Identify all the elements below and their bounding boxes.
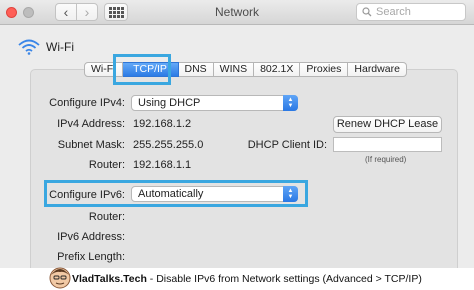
tab-dns[interactable]: DNS xyxy=(178,62,214,77)
ipv6-router-label: Router: xyxy=(88,211,125,223)
tab-wins[interactable]: WINS xyxy=(213,62,255,77)
prefix-length-label: Prefix Length: xyxy=(57,251,125,263)
tab-802-1x[interactable]: 802.1X xyxy=(254,62,301,77)
select-arrows-icon: ▲ ▼ xyxy=(283,95,298,111)
renew-dhcp-lease-button[interactable]: Renew DHCP Lease xyxy=(333,116,442,133)
caption-text: - Disable IPv6 from Network settings (Ad… xyxy=(146,273,422,285)
network-header: Wi-Fi xyxy=(18,39,74,55)
ipv4-address-value: 192.168.1.2 xyxy=(133,118,192,130)
tab-proxies[interactable]: Proxies xyxy=(300,62,349,77)
router-label: Router: xyxy=(88,159,125,171)
dhcp-client-id-label: DHCP Client ID: xyxy=(247,139,327,151)
configure-ipv4-label: Configure IPv4: xyxy=(49,97,125,109)
dhcp-client-id-note: (If required) xyxy=(365,155,407,164)
subnet-mask-value: 255.255.255.0 xyxy=(133,139,204,151)
ipv6-address-label: IPv6 Address: xyxy=(57,231,125,243)
search-placeholder: Search xyxy=(376,6,411,18)
router-value: 192.168.1.1 xyxy=(133,159,192,171)
tcp-ip-tab-highlight xyxy=(113,54,171,85)
search-icon xyxy=(362,7,372,17)
avatar xyxy=(49,267,71,289)
configure-ipv4-value: Using DHCP xyxy=(138,97,201,109)
caption-brand: VladTalks.Tech xyxy=(72,273,147,285)
wifi-icon xyxy=(18,39,40,55)
network-name: Wi-Fi xyxy=(46,40,74,54)
dhcp-client-id-field[interactable] xyxy=(333,137,442,152)
configure-ipv6-highlight xyxy=(44,180,308,207)
configure-ipv4-select[interactable]: Using DHCP ▲ ▼ xyxy=(131,95,298,111)
ipv4-address-label: IPv4 Address: xyxy=(57,118,125,130)
tab-hardware[interactable]: Hardware xyxy=(348,62,407,77)
title-bar: ‹ › Network Search xyxy=(0,0,474,25)
search-input[interactable]: Search xyxy=(356,3,466,21)
subnet-mask-label: Subnet Mask: xyxy=(57,139,125,151)
